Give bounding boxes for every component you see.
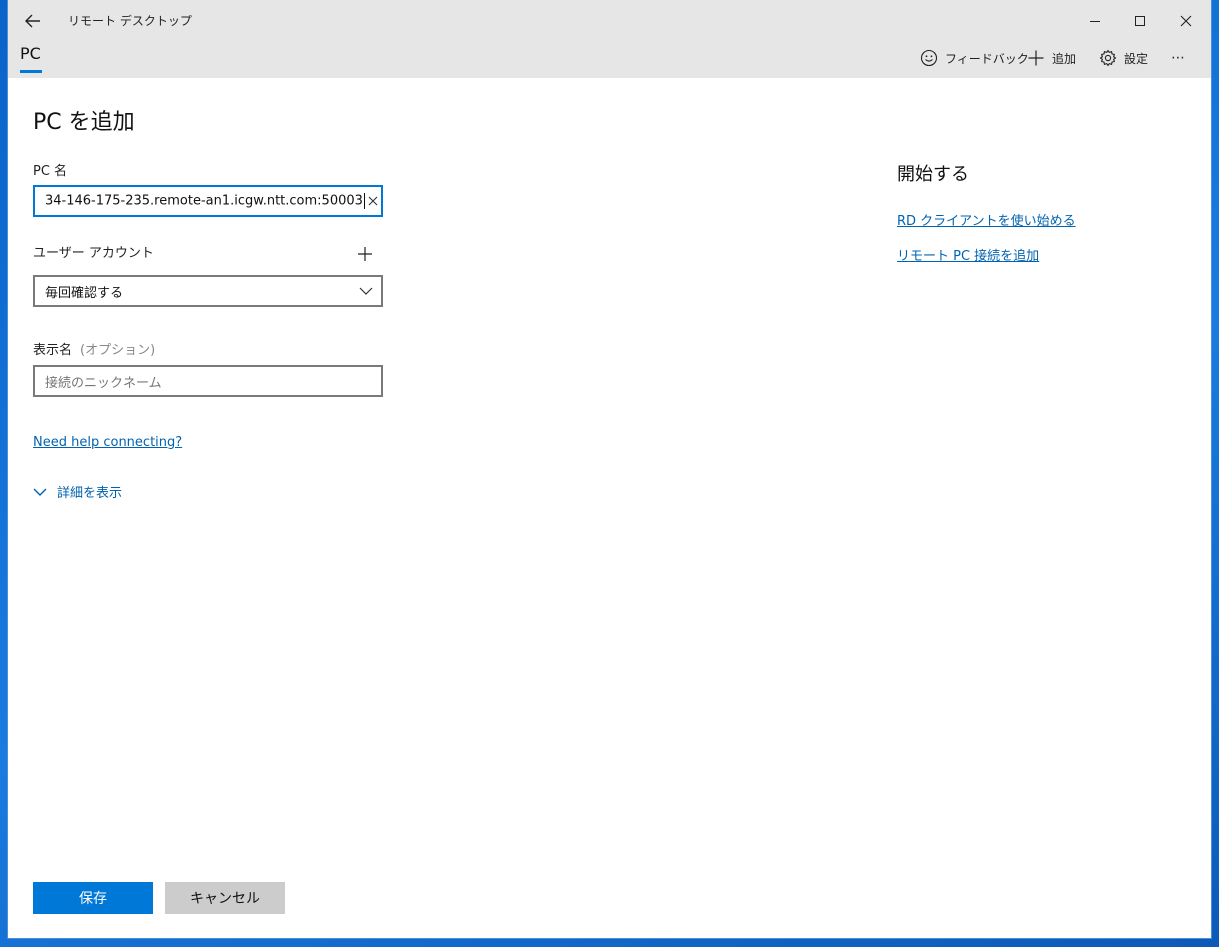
title-bar: リモート デスクトップ PC フィードバック 追加 設定 ⋯ — [8, 0, 1211, 78]
arrow-left-icon — [25, 14, 40, 28]
chevron-down-icon — [353, 278, 379, 304]
chevron-down-icon — [33, 488, 47, 496]
close-button[interactable] — [1163, 4, 1209, 38]
add-label: 追加 — [1052, 51, 1077, 66]
save-button[interactable]: 保存 — [33, 882, 153, 914]
display-name-label-text: 表示名 — [33, 343, 73, 358]
gear-icon — [1099, 49, 1117, 67]
pc-name-input[interactable]: 34-146-175-235.remote-an1.icgw.ntt.com:5… — [33, 185, 383, 217]
show-details-toggle[interactable]: 詳細を表示 — [33, 482, 122, 501]
plus-icon — [358, 247, 372, 261]
help-connecting-link[interactable]: Need help connecting? — [33, 435, 182, 450]
user-account-dropdown[interactable]: 毎回確認する — [33, 275, 383, 307]
remote-desktop-window: リモート デスクトップ PC フィードバック 追加 設定 ⋯ PC を追加 PC… — [8, 0, 1211, 938]
maximize-button[interactable] — [1117, 4, 1163, 38]
minimize-button[interactable] — [1072, 4, 1118, 38]
close-icon — [1180, 15, 1192, 27]
minimize-icon — [1090, 21, 1100, 22]
user-account-label: ユーザー アカウント — [33, 246, 154, 261]
tab-pc[interactable]: PC — [20, 44, 41, 63]
rd-client-start-link[interactable]: RD クライアントを使い始める — [897, 210, 1076, 229]
display-name-input[interactable]: 接続のニックネーム — [33, 365, 383, 397]
settings-button[interactable]: 設定 — [1099, 48, 1148, 68]
pc-name-value: 34-146-175-235.remote-an1.icgw.ntt.com:5… — [45, 193, 363, 209]
cancel-button[interactable]: キャンセル — [165, 882, 285, 914]
display-name-placeholder: 接続のニックネーム — [45, 375, 162, 391]
add-user-account-button[interactable] — [355, 244, 375, 264]
feedback-label: フィードバック — [945, 51, 1029, 66]
smiley-icon — [920, 49, 938, 67]
more-button[interactable]: ⋯ — [1171, 48, 1186, 68]
close-icon — [368, 196, 378, 206]
plus-icon — [1028, 50, 1044, 66]
add-button[interactable]: 追加 — [1027, 48, 1076, 68]
clear-input-button[interactable] — [365, 188, 381, 214]
pc-name-label: PC 名 — [33, 164, 68, 179]
optional-hint: (オプション) — [80, 343, 156, 358]
getting-started-title: 開始する — [897, 164, 969, 185]
display-name-label: 表示名 (オプション) — [33, 339, 155, 358]
page-title: PC を追加 — [33, 110, 135, 135]
add-remote-pc-link[interactable]: リモート PC 接続を追加 — [897, 245, 1039, 264]
settings-label: 設定 — [1124, 51, 1149, 66]
feedback-button[interactable]: フィードバック — [920, 48, 1029, 68]
show-details-label: 詳細を表示 — [57, 486, 123, 501]
more-icon: ⋯ — [1171, 50, 1186, 66]
back-button[interactable] — [18, 8, 48, 34]
maximize-icon — [1135, 16, 1145, 26]
tab-pc-indicator — [20, 70, 42, 73]
user-account-selected: 毎回確認する — [45, 285, 124, 301]
window-title: リモート デスクトップ — [68, 14, 192, 28]
